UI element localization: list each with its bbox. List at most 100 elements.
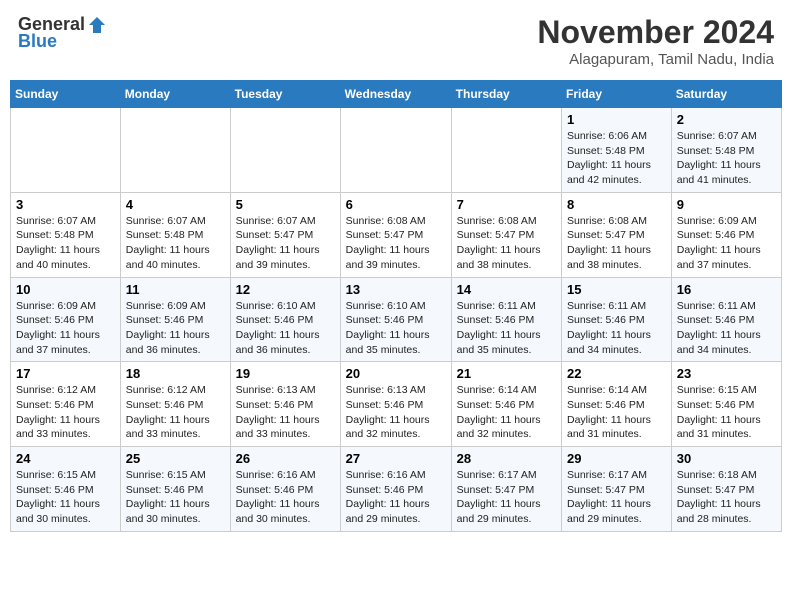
- day-cell-4: 4Sunrise: 6:07 AMSunset: 5:48 PMDaylight…: [120, 192, 230, 277]
- day-number: 13: [346, 282, 446, 297]
- month-title: November 2024: [537, 14, 774, 51]
- day-info: Sunrise: 6:09 AMSunset: 5:46 PMDaylight:…: [16, 299, 115, 358]
- page-header: General Blue November 2024 Alagapuram, T…: [10, 10, 782, 72]
- day-number: 2: [677, 112, 776, 127]
- day-info: Sunrise: 6:07 AMSunset: 5:48 PMDaylight:…: [126, 214, 225, 273]
- day-number: 8: [567, 197, 666, 212]
- day-cell-1: 1Sunrise: 6:06 AMSunset: 5:48 PMDaylight…: [562, 108, 672, 193]
- day-number: 25: [126, 451, 225, 466]
- day-number: 7: [457, 197, 556, 212]
- logo: General Blue: [18, 14, 107, 52]
- day-info: Sunrise: 6:07 AMSunset: 5:47 PMDaylight:…: [236, 214, 335, 273]
- day-cell-11: 11Sunrise: 6:09 AMSunset: 5:46 PMDayligh…: [120, 277, 230, 362]
- day-number: 22: [567, 366, 666, 381]
- day-cell-14: 14 Sunrise: 6:11 AMSunset: 5:46 PMDayligh…: [451, 277, 561, 362]
- day-cell-6: 6 Sunrise: 6:08 AMSunset: 5:47 PMDaylight…: [340, 192, 451, 277]
- day-cell-5: 5 Sunrise: 6:07 AMSunset: 5:47 PMDaylight…: [230, 192, 340, 277]
- logo-icon: [87, 15, 107, 35]
- day-number: 3: [16, 197, 115, 212]
- title-block: November 2024 Alagapuram, Tamil Nadu, In…: [537, 14, 774, 68]
- day-number: 18: [126, 366, 225, 381]
- day-number: 15: [567, 282, 666, 297]
- day-cell-20: 20Sunrise: 6:13 AMSunset: 5:46 PMDayligh…: [340, 362, 451, 447]
- day-number: 16: [677, 282, 776, 297]
- day-cell-9: 9 Sunrise: 6:09 AMSunset: 5:46 PMDaylight…: [671, 192, 781, 277]
- day-number: 27: [346, 451, 446, 466]
- day-info: Sunrise: 6:16 AMSunset: 5:46 PMDaylight:…: [236, 468, 335, 527]
- day-number: 30: [677, 451, 776, 466]
- weekday-header-monday: Monday: [120, 81, 230, 108]
- day-info: Sunrise: 6:18 AMSunset: 5:47 PMDaylight:…: [677, 468, 776, 527]
- day-info: Sunrise: 6:13 AMSunset: 5:46 PMDaylight:…: [236, 383, 335, 442]
- day-cell-2: 2 Sunrise: 6:07 AMSunset: 5:48 PMDaylight…: [671, 108, 781, 193]
- day-info: Sunrise: 6:08 AMSunset: 5:47 PMDaylight:…: [457, 214, 556, 273]
- day-cell-15: 15 Sunrise: 6:11 AMSunset: 5:46 PMDayligh…: [562, 277, 672, 362]
- empty-cell: [451, 108, 561, 193]
- day-info: Sunrise: 6:09 AMSunset: 5:46 PMDaylight:…: [677, 214, 776, 273]
- weekday-header-thursday: Thursday: [451, 81, 561, 108]
- day-info: Sunrise: 6:14 AMSunset: 5:46 PMDaylight:…: [567, 383, 666, 442]
- day-info: Sunrise: 6:16 AMSunset: 5:46 PMDaylight:…: [346, 468, 446, 527]
- week-row-5: 24Sunrise: 6:15 AMSunset: 5:46 PMDayligh…: [11, 447, 782, 532]
- day-info: Sunrise: 6:12 AMSunset: 5:46 PMDaylight:…: [126, 383, 225, 442]
- day-number: 29: [567, 451, 666, 466]
- day-info: Sunrise: 6:10 AMSunset: 5:46 PMDaylight:…: [236, 299, 335, 358]
- day-number: 26: [236, 451, 335, 466]
- day-cell-22: 22 Sunrise: 6:14 AMSunset: 5:46 PMDayligh…: [562, 362, 672, 447]
- day-cell-30: 30 Sunrise: 6:18 AMSunset: 5:47 PMDayligh…: [671, 447, 781, 532]
- empty-cell: [230, 108, 340, 193]
- day-cell-26: 26 Sunrise: 6:16 AMSunset: 5:46 PMDayligh…: [230, 447, 340, 532]
- day-number: 28: [457, 451, 556, 466]
- day-info: Sunrise: 6:07 AMSunset: 5:48 PMDaylight:…: [677, 129, 776, 188]
- day-cell-3: 3Sunrise: 6:07 AMSunset: 5:48 PMDaylight…: [11, 192, 121, 277]
- day-cell-19: 19 Sunrise: 6:13 AMSunset: 5:46 PMDayligh…: [230, 362, 340, 447]
- calendar-table: SundayMondayTuesdayWednesdayThursdayFrid…: [10, 80, 782, 532]
- day-info: Sunrise: 6:15 AMSunset: 5:46 PMDaylight:…: [16, 468, 115, 527]
- location-title: Alagapuram, Tamil Nadu, India: [537, 51, 774, 68]
- day-number: 5: [236, 197, 335, 212]
- day-cell-12: 12 Sunrise: 6:10 AMSunset: 5:46 PMDayligh…: [230, 277, 340, 362]
- week-row-3: 10 Sunrise: 6:09 AMSunset: 5:46 PMDayligh…: [11, 277, 782, 362]
- day-cell-8: 8Sunrise: 6:08 AMSunset: 5:47 PMDaylight…: [562, 192, 672, 277]
- day-info: Sunrise: 6:11 AMSunset: 5:46 PMDaylight:…: [457, 299, 556, 358]
- weekday-header-row: SundayMondayTuesdayWednesdayThursdayFrid…: [11, 81, 782, 108]
- weekday-header-saturday: Saturday: [671, 81, 781, 108]
- day-cell-21: 21 Sunrise: 6:14 AMSunset: 5:46 PMDayligh…: [451, 362, 561, 447]
- day-info: Sunrise: 6:14 AMSunset: 5:46 PMDaylight:…: [457, 383, 556, 442]
- day-info: Sunrise: 6:15 AMSunset: 5:46 PMDaylight:…: [126, 468, 225, 527]
- week-row-4: 17 Sunrise: 6:12 AMSunset: 5:46 PMDayligh…: [11, 362, 782, 447]
- day-cell-10: 10 Sunrise: 6:09 AMSunset: 5:46 PMDayligh…: [11, 277, 121, 362]
- day-cell-18: 18 Sunrise: 6:12 AMSunset: 5:46 PMDayligh…: [120, 362, 230, 447]
- day-info: Sunrise: 6:17 AMSunset: 5:47 PMDaylight:…: [457, 468, 556, 527]
- day-number: 9: [677, 197, 776, 212]
- day-info: Sunrise: 6:11 AMSunset: 5:46 PMDaylight:…: [567, 299, 666, 358]
- day-number: 23: [677, 366, 776, 381]
- day-cell-7: 7 Sunrise: 6:08 AMSunset: 5:47 PMDaylight…: [451, 192, 561, 277]
- empty-cell: [120, 108, 230, 193]
- day-info: Sunrise: 6:15 AMSunset: 5:46 PMDaylight:…: [677, 383, 776, 442]
- logo-blue: Blue: [18, 31, 57, 52]
- day-number: 12: [236, 282, 335, 297]
- day-number: 17: [16, 366, 115, 381]
- day-number: 14: [457, 282, 556, 297]
- day-number: 6: [346, 197, 446, 212]
- weekday-header-wednesday: Wednesday: [340, 81, 451, 108]
- weekday-header-sunday: Sunday: [11, 81, 121, 108]
- day-cell-16: 16 Sunrise: 6:11 AMSunset: 5:46 PMDayligh…: [671, 277, 781, 362]
- empty-cell: [11, 108, 121, 193]
- day-number: 19: [236, 366, 335, 381]
- day-info: Sunrise: 6:08 AMSunset: 5:47 PMDaylight:…: [346, 214, 446, 273]
- day-cell-17: 17 Sunrise: 6:12 AMSunset: 5:46 PMDayligh…: [11, 362, 121, 447]
- day-cell-27: 27 Sunrise: 6:16 AMSunset: 5:46 PMDayligh…: [340, 447, 451, 532]
- day-info: Sunrise: 6:12 AMSunset: 5:46 PMDaylight:…: [16, 383, 115, 442]
- day-info: Sunrise: 6:10 AMSunset: 5:46 PMDaylight:…: [346, 299, 446, 358]
- week-row-2: 3 Sunrise: 6:07 AMSunset: 5:48 PMDaylight…: [11, 192, 782, 277]
- day-number: 21: [457, 366, 556, 381]
- day-cell-24: 24Sunrise: 6:15 AMSunset: 5:46 PMDayligh…: [11, 447, 121, 532]
- day-cell-29: 29Sunrise: 6:17 AMSunset: 5:47 PMDayligh…: [562, 447, 672, 532]
- day-number: 11: [126, 282, 225, 297]
- day-number: 10: [16, 282, 115, 297]
- day-info: Sunrise: 6:11 AMSunset: 5:46 PMDaylight:…: [677, 299, 776, 358]
- day-info: Sunrise: 6:06 AMSunset: 5:48 PMDaylight:…: [567, 129, 666, 188]
- day-cell-13: 13 Sunrise: 6:10 AMSunset: 5:46 PMDayligh…: [340, 277, 451, 362]
